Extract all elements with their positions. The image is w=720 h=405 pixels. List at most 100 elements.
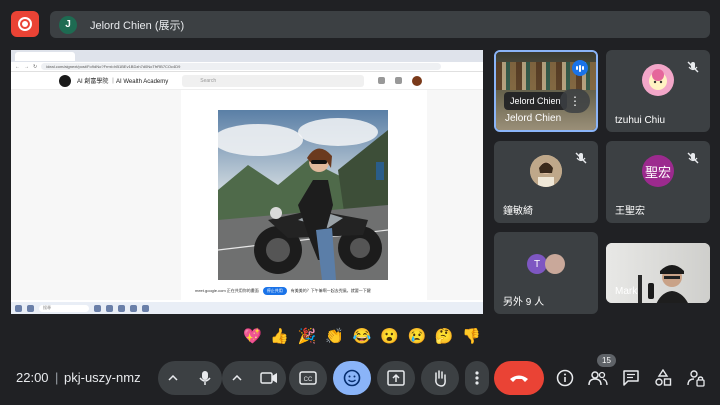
- site-name: AI 創富學院 ｜AI Wealth Academy: [77, 79, 169, 85]
- mic-control-group: [158, 361, 222, 395]
- reaction-bar: 💖 👍 🎉 👏 😂 😮 😢 🤔 👎: [237, 322, 487, 350]
- participant-tile-mark[interactable]: Mark: [606, 243, 710, 303]
- participant-name: 鐘敏綺: [503, 206, 533, 217]
- svg-text:CC: CC: [304, 377, 313, 383]
- emoji-icon: [343, 369, 361, 387]
- participant-tile-zhong[interactable]: 鐘敏綺: [494, 141, 598, 223]
- reaction-party[interactable]: 🎉: [298, 329, 317, 344]
- avatar-illustration-icon: [649, 69, 667, 91]
- site-header: AI 創富學院 ｜AI Wealth Academy Search: [11, 72, 483, 90]
- chevron-up-icon: [168, 375, 178, 381]
- captions-icon: CC: [299, 371, 317, 385]
- host-controls-button[interactable]: [684, 366, 708, 390]
- reaction-thinking[interactable]: 🤔: [435, 329, 454, 344]
- reaction-sad[interactable]: 😢: [407, 329, 426, 344]
- reaction-heart[interactable]: 💖: [243, 329, 262, 344]
- more-options-button[interactable]: [465, 361, 489, 395]
- app-icon: [130, 304, 137, 312]
- reload-icon: ↻: [33, 63, 38, 70]
- participant-tooltip: Jelord Chien: [504, 92, 567, 110]
- weather-icon: [15, 304, 22, 312]
- windows-taskbar: 搜尋: [11, 302, 483, 314]
- participant-avatar: [530, 155, 562, 188]
- taskbar-search: 搜尋: [39, 304, 89, 312]
- site-search: Search: [182, 74, 365, 87]
- present-button[interactable]: [377, 361, 415, 395]
- participant-name: 另外 9 人: [503, 297, 545, 308]
- recording-button[interactable]: [11, 11, 39, 37]
- page-margin-left: [11, 90, 181, 300]
- mic-button[interactable]: [188, 361, 222, 395]
- hang-up-icon: [510, 375, 528, 382]
- video-options-button[interactable]: [222, 361, 252, 395]
- site-logo: [59, 74, 71, 87]
- participant-name: Jelord Chien: [505, 113, 562, 124]
- chat-icon: [378, 77, 386, 84]
- participant-tile-others[interactable]: T 另外 9 人: [494, 232, 598, 314]
- page-margin-right: [427, 90, 483, 300]
- bell-icon: [395, 77, 403, 84]
- raise-hand-button[interactable]: [421, 361, 459, 395]
- speaking-indicator-icon: [572, 60, 588, 76]
- app-icon: [142, 304, 149, 312]
- participant-avatar: 聖宏: [642, 155, 674, 188]
- camera-button[interactable]: [252, 361, 286, 395]
- reaction-thumbs-down[interactable]: 👎: [462, 329, 481, 344]
- leave-call-button[interactable]: [494, 361, 544, 395]
- browser-tab-strip: [11, 50, 483, 62]
- share-notice: meet.google.com 正在共用你的畫面 停止共用 有美美的？下午嘛啊一…: [189, 284, 424, 298]
- back-icon: ←: [15, 63, 20, 70]
- avatar-photo-icon: [530, 155, 562, 188]
- stop-sharing-button: 停止共用: [262, 287, 287, 295]
- reaction-thumbs-up[interactable]: 👍: [270, 329, 289, 344]
- others-avatar-initial: T: [527, 254, 547, 274]
- others-avatar-photo: [545, 254, 565, 274]
- shared-screen[interactable]: ← → ↻ ideal.com/aignext/post/Fo9dNo?Frmt…: [11, 50, 483, 314]
- people-button[interactable]: [586, 366, 610, 390]
- presenter-label: Jelord Chien (展示): [90, 19, 185, 32]
- activities-icon: [655, 369, 672, 386]
- activities-button[interactable]: [651, 366, 675, 390]
- participant-tile-wang[interactable]: 聖宏 王聖宏: [606, 141, 710, 223]
- others-avatars: T: [527, 254, 565, 274]
- chat-icon: [623, 370, 639, 386]
- participant-name: tzuhui Chiu: [615, 115, 666, 126]
- participant-tile-jelord[interactable]: Jelord Chien ⋮ Jelord Chien: [494, 50, 598, 132]
- reaction-surprised[interactable]: 😮: [380, 329, 399, 344]
- chat-button[interactable]: [619, 366, 643, 390]
- record-icon: [18, 17, 32, 31]
- reaction-laugh[interactable]: 😂: [353, 329, 372, 344]
- audio-options-button[interactable]: [158, 361, 188, 395]
- presenter-avatar: J: [59, 15, 77, 34]
- mic-off-icon: [687, 152, 699, 164]
- mic-off-icon: [575, 152, 587, 164]
- more-vert-icon: [475, 371, 479, 385]
- participant-name: Mark: [615, 286, 638, 297]
- participant-name: 王聖宏: [615, 206, 645, 217]
- participant-tile-tzuhui[interactable]: tzuhui Chiu: [606, 50, 710, 132]
- camera-control-group: [222, 361, 286, 395]
- captions-button[interactable]: CC: [289, 361, 327, 395]
- present-screen-icon: [387, 370, 405, 386]
- presenter-banner[interactable]: J Jelord Chien (展示): [50, 11, 710, 38]
- app-icon: [118, 304, 125, 312]
- meeting-time: 22:00: [16, 370, 49, 385]
- meeting-details-button[interactable]: [553, 366, 577, 390]
- post-caption: 有美美的？下午嘛啊一起去兜風，就要一下鍵: [290, 288, 371, 293]
- app-icon: [94, 304, 101, 312]
- participant-avatar: [642, 64, 674, 97]
- start-icon: [27, 304, 34, 312]
- forward-icon: →: [24, 63, 29, 70]
- browser-url: ideal.com/aignext/post/Fo9dNo?Frmt=hB1BE…: [41, 63, 442, 70]
- mic-icon: [199, 371, 211, 385]
- reaction-clap[interactable]: 👏: [325, 329, 344, 344]
- browser-tab: [15, 51, 75, 61]
- reactions-button[interactable]: [333, 361, 371, 395]
- info-icon: [556, 369, 574, 387]
- people-icon: [588, 371, 608, 386]
- lock-person-icon: [687, 370, 705, 387]
- user-avatar: [412, 75, 423, 86]
- tile-more-options-button[interactable]: ⋮: [560, 89, 590, 113]
- share-notice-text: meet.google.com 正在共用你的畫面: [195, 288, 259, 293]
- motorcycle-photo: [218, 110, 388, 280]
